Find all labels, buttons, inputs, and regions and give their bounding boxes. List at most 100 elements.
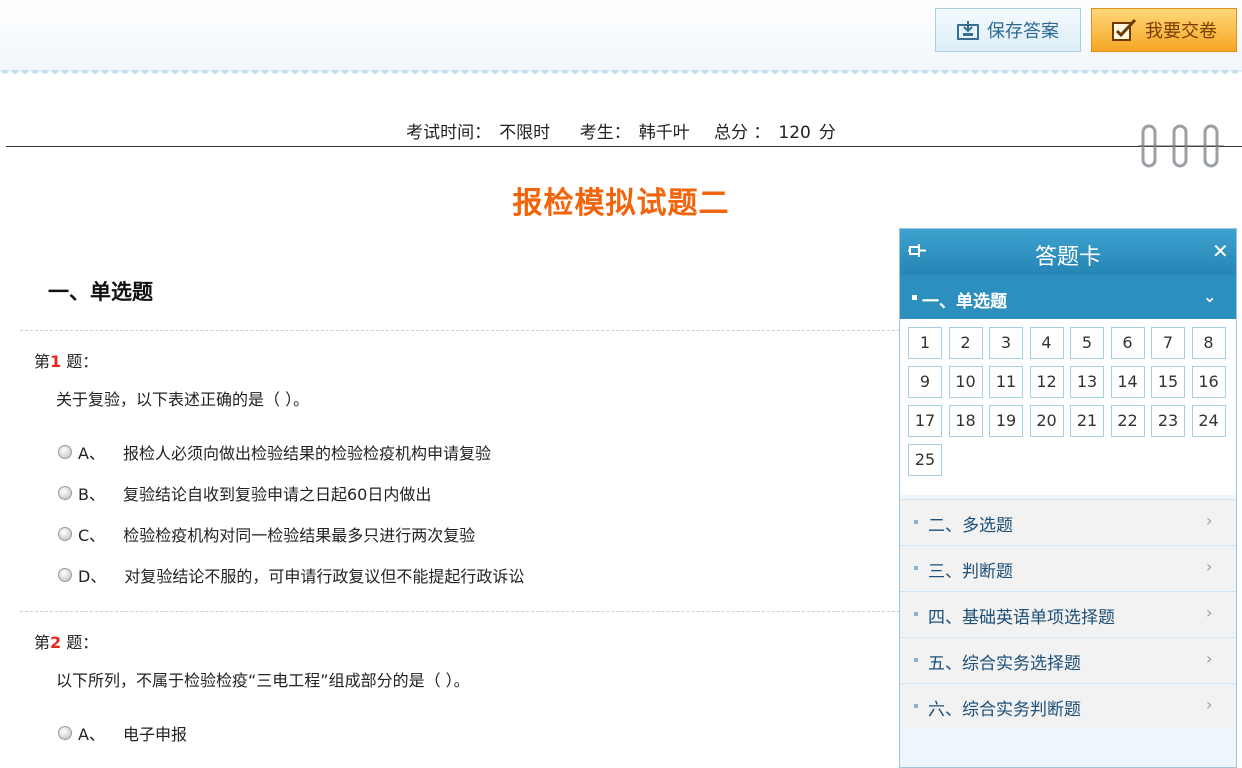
question-number-cell[interactable]: 5 bbox=[1070, 327, 1104, 359]
total-score-value: 120 bbox=[778, 123, 811, 143]
question-number-cell[interactable]: 4 bbox=[1029, 327, 1064, 359]
toolbar-wave-border bbox=[0, 70, 1242, 78]
option-text: 复验结论自收到复验申请之日起60日内做出 bbox=[122, 485, 432, 504]
option-text: 检验检疫机构对同一检验结果最多只进行两次复验 bbox=[123, 526, 476, 545]
question-number-cell[interactable]: 11 bbox=[989, 366, 1023, 398]
option-letter: A、 bbox=[78, 444, 105, 463]
card-section-label: 六、综合实务判断题 bbox=[928, 700, 1081, 720]
question-number-cell[interactable]: 22 bbox=[1110, 405, 1145, 437]
question-number-cell[interactable]: 10 bbox=[948, 366, 983, 398]
top-toolbar: 保存答案 我要交卷 bbox=[0, 0, 1242, 72]
exam-info-line: 考试时间： 不限时 考生： 韩千叶 总分 ： 120 分 bbox=[0, 118, 1242, 143]
exam-title: 报检模拟试题二 bbox=[512, 186, 730, 221]
card-section-label: 一、单选题 bbox=[922, 292, 1007, 312]
question-number-suffix: 题： bbox=[66, 633, 99, 652]
question-number-value: 1 bbox=[50, 352, 62, 371]
radio-button[interactable] bbox=[58, 445, 72, 459]
answer-card-header: 答题卡 ✕ bbox=[900, 229, 1236, 275]
question-number-cell[interactable]: 13 bbox=[1070, 366, 1104, 398]
question-number-suffix: 题： bbox=[66, 352, 99, 371]
divider bbox=[20, 330, 900, 331]
card-section-row[interactable]: 四、基础英语单项选择题 › bbox=[900, 591, 1236, 636]
radio-button[interactable] bbox=[58, 486, 72, 500]
question-text: 关于复验，以下表述正确的是（ ）。 bbox=[56, 390, 310, 409]
question-text: 以下所列，不属于检验检疫“三电工程”组成部分的是（ ）。 bbox=[56, 671, 470, 690]
radio-button[interactable] bbox=[58, 726, 72, 740]
option-letter: D、 bbox=[78, 567, 107, 586]
option-a[interactable]: A、 电子申报 bbox=[58, 721, 187, 745]
option-d[interactable]: D、 对复验结论不服的，可申请行政复议但不能提起行政诉讼 bbox=[58, 563, 524, 587]
question-number-cell[interactable]: 19 bbox=[989, 405, 1023, 437]
radio-button[interactable] bbox=[58, 568, 72, 582]
question-number-cell[interactable]: 20 bbox=[1029, 405, 1064, 437]
card-section-label: 三、判断题 bbox=[928, 562, 1013, 582]
card-section-row[interactable]: 二、多选题 › bbox=[900, 499, 1236, 544]
question-number-cell[interactable]: 2 bbox=[948, 327, 983, 359]
option-letter: C、 bbox=[78, 526, 106, 545]
question-number-cell[interactable]: 17 bbox=[908, 405, 942, 437]
question-number-prefix: 第 bbox=[34, 352, 51, 371]
exam-time-label: 考试时间： bbox=[406, 123, 492, 143]
option-text: 电子申报 bbox=[122, 725, 187, 744]
card-section-label: 五、综合实务选择题 bbox=[928, 654, 1081, 674]
option-c[interactable]: C、 检验检疫机构对同一检验结果最多只进行两次复验 bbox=[58, 522, 475, 546]
answer-card-title: 答题卡 bbox=[1034, 245, 1101, 270]
question-number-prefix: 第 bbox=[34, 633, 51, 652]
card-section-label: 四、基础英语单项选择题 bbox=[928, 608, 1115, 628]
chevron-right-icon: › bbox=[1206, 695, 1213, 714]
close-icon[interactable]: ✕ bbox=[1212, 239, 1229, 263]
card-section-row[interactable]: 五、综合实务选择题 › bbox=[900, 637, 1236, 682]
binder-rings-icon bbox=[1138, 122, 1224, 174]
question-number-cell[interactable]: 15 bbox=[1151, 366, 1185, 398]
submit-exam-label: 我要交卷 bbox=[1145, 21, 1217, 42]
question-number: 第2 题： bbox=[34, 629, 98, 653]
save-answers-button[interactable]: 保存答案 bbox=[935, 8, 1081, 52]
chevron-down-icon: ⌄ bbox=[1203, 287, 1217, 306]
divider bbox=[20, 611, 900, 612]
option-a[interactable]: A、 报检人必须向做出检验结果的检验检疫机构申请复验 bbox=[58, 440, 491, 464]
chevron-right-icon: › bbox=[1206, 649, 1213, 668]
submit-exam-button[interactable]: 我要交卷 bbox=[1091, 8, 1237, 52]
student-name: 韩千叶 bbox=[638, 123, 690, 143]
total-score-label: 总分 ： bbox=[713, 123, 771, 143]
bullet-icon bbox=[914, 658, 918, 662]
save-icon bbox=[957, 20, 979, 40]
section-title: 一、单选题 bbox=[48, 280, 153, 304]
card-section-row[interactable]: 六、综合实务判断题 › bbox=[900, 683, 1236, 728]
option-letter: B、 bbox=[78, 485, 105, 504]
question-number-cell[interactable]: 16 bbox=[1191, 366, 1226, 398]
question-number-cell[interactable]: 14 bbox=[1110, 366, 1145, 398]
card-section-single-choice[interactable]: 一、单选题 ⌄ bbox=[900, 275, 1236, 319]
question-number-cell[interactable]: 21 bbox=[1070, 405, 1104, 437]
student-label: 考生： bbox=[579, 123, 631, 143]
question-number: 第1 题： bbox=[34, 348, 98, 372]
card-section-row[interactable]: 三、判断题 › bbox=[900, 545, 1236, 590]
bullet-icon bbox=[914, 520, 918, 524]
option-b[interactable]: B、 复验结论自收到复验申请之日起60日内做出 bbox=[58, 481, 431, 505]
question-number-cell[interactable]: 8 bbox=[1191, 327, 1226, 359]
question-number-cell[interactable]: 24 bbox=[1191, 405, 1226, 437]
radio-button[interactable] bbox=[58, 527, 72, 541]
answer-card-panel: 答题卡 ✕ 一、单选题 ⌄ 1 2 3 4 5 6 7 8 9 10 11 12 13 14 15 16 17 1… bbox=[899, 228, 1237, 768]
question-number-cell[interactable]: 1 bbox=[908, 327, 942, 359]
bullet-icon bbox=[914, 612, 918, 616]
total-score-unit: 分 bbox=[818, 123, 836, 143]
bullet-icon bbox=[914, 704, 918, 708]
option-text: 报检人必须向做出检验结果的检验检疫机构申请复验 bbox=[122, 444, 491, 463]
question-number-cell[interactable]: 18 bbox=[948, 405, 983, 437]
question-number-cell[interactable]: 25 bbox=[908, 444, 942, 476]
question-number-cell[interactable]: 23 bbox=[1151, 405, 1185, 437]
bullet-icon bbox=[914, 566, 918, 570]
question-number-cell[interactable]: 6 bbox=[1110, 327, 1145, 359]
option-letter: A、 bbox=[78, 725, 105, 744]
option-text: 对复验结论不服的，可申请行政复议但不能提起行政诉讼 bbox=[124, 567, 525, 586]
checkbox-pen-icon bbox=[1111, 18, 1137, 42]
question-number-grid: 1 2 3 4 5 6 7 8 9 10 11 12 13 14 15 16 17 18 19 20 21 22 23 24 2… bbox=[900, 319, 1236, 495]
chevron-right-icon: › bbox=[1206, 603, 1213, 622]
question-number-cell[interactable]: 3 bbox=[989, 327, 1023, 359]
question-number-cell[interactable]: 12 bbox=[1029, 366, 1064, 398]
chevron-right-icon: › bbox=[1206, 557, 1213, 576]
question-number-cell[interactable]: 9 bbox=[908, 366, 942, 398]
question-number-cell[interactable]: 7 bbox=[1151, 327, 1185, 359]
save-answers-label: 保存答案 bbox=[987, 21, 1059, 42]
